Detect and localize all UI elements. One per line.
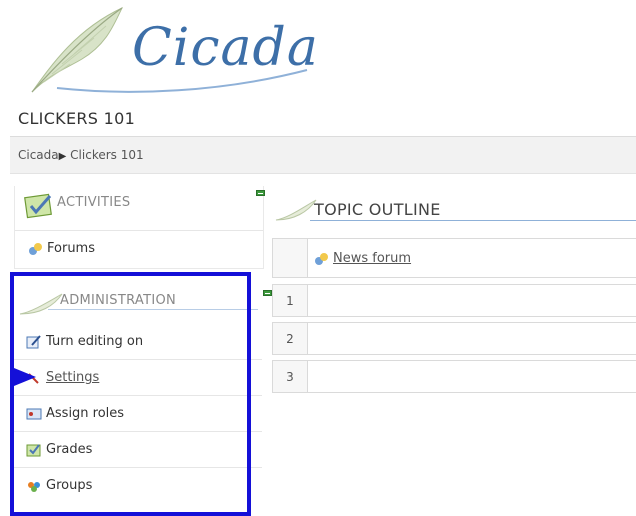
breadcrumb-home-link[interactable]: Cicada — [18, 148, 59, 162]
topic-section-1: 1 — [272, 284, 636, 317]
breadcrumb: Cicada▶ Clickers 101 — [18, 148, 144, 162]
cicada-logo: Cicada — [22, 4, 318, 96]
forum-icon — [315, 252, 328, 265]
sidebar-item-forums[interactable]: Forums — [15, 231, 263, 266]
collapse-administration-icon[interactable] — [263, 290, 272, 296]
activities-block-header: ACTIVITIES — [15, 186, 265, 231]
pointer-arrow-icon — [14, 368, 36, 386]
topic-section-3: 3 — [272, 360, 636, 393]
topic-section-2: 2 — [272, 322, 636, 355]
topic-outline-title: TOPIC OUTLINE — [314, 200, 441, 219]
groups-icon — [28, 481, 40, 492]
topic-outline-header: TOPIC OUTLINE — [274, 190, 636, 221]
sidebar-item-label: Settings — [46, 370, 100, 385]
sidebar-item-grades[interactable]: Grades — [14, 432, 262, 468]
sidebar-item-label: Turn editing on — [46, 334, 144, 349]
activities-block: ACTIVITIES Forums — [14, 186, 265, 269]
administration-block: ADMINISTRATION Turn editing on Settings … — [14, 276, 272, 508]
navbar: Cicada▶ Clickers 101 — [10, 136, 636, 174]
news-forum-label: News forum — [333, 251, 412, 266]
grades-icon — [26, 443, 41, 456]
sidebar-item-settings[interactable]: Settings — [14, 360, 262, 396]
administration-divider — [48, 309, 258, 310]
sidebar-item-groups[interactable]: Groups — [14, 468, 262, 503]
collapse-activities-icon[interactable] — [256, 190, 265, 196]
topic-section-0: News forum — [272, 238, 636, 278]
section-number — [273, 239, 308, 277]
edit-icon — [26, 334, 41, 348]
sidebar-item-label: Forums — [47, 241, 95, 256]
page-title: CLICKERS 101 — [18, 109, 136, 128]
administration-block-header: ADMINISTRATION — [14, 276, 272, 324]
news-forum-link[interactable]: News forum — [313, 251, 411, 266]
activities-icon — [24, 193, 52, 219]
administration-feather-icon — [19, 293, 63, 315]
administration-block-title: ADMINISTRATION — [60, 293, 177, 308]
sidebar-item-assign-roles[interactable]: Assign roles — [14, 396, 262, 432]
roles-icon — [26, 408, 42, 419]
breadcrumb-current: Clickers 101 — [70, 148, 144, 162]
section-number: 2 — [273, 323, 308, 354]
activities-block-title: ACTIVITIES — [57, 195, 131, 210]
sidebar-item-turn-editing-on[interactable]: Turn editing on — [14, 324, 262, 360]
section-number: 3 — [273, 361, 308, 392]
sidebar-item-label: Grades — [46, 442, 93, 457]
logo-text: Cicada — [132, 18, 319, 78]
forum-icon — [29, 242, 42, 255]
sidebar-item-label: Assign roles — [46, 406, 125, 421]
topic-outline-divider — [310, 220, 636, 221]
breadcrumb-separator-icon: ▶ — [58, 151, 67, 162]
section-number: 1 — [273, 285, 308, 316]
sidebar-item-label: Groups — [46, 478, 93, 493]
